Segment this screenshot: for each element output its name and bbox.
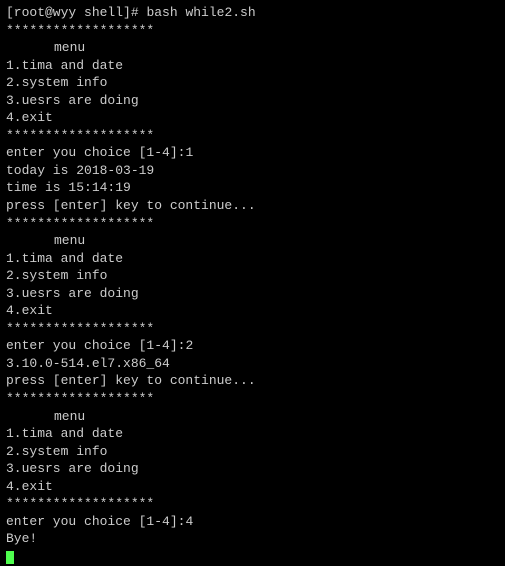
menu-item-1: 1.tima and date — [6, 57, 499, 75]
menu-item-2: 2.system info — [6, 443, 499, 461]
output-time: time is 15:14:19 — [6, 179, 499, 197]
choice-prompt: enter you choice [1-4]: — [6, 514, 185, 529]
menu-item-4: 4.exit — [6, 478, 499, 496]
menu-item-3: 3.uesrs are doing — [6, 460, 499, 478]
entered-command: bash while2.sh — [146, 5, 255, 20]
choice-prompt: enter you choice [1-4]: — [6, 145, 185, 160]
menu-item-2: 2.system info — [6, 267, 499, 285]
output-kernel: 3.10.0-514.el7.x86_64 — [6, 355, 499, 373]
output-bye: Bye! — [6, 530, 499, 548]
separator: ******************* — [6, 495, 499, 513]
choice-line-2[interactable]: enter you choice [1-4]:2 — [6, 337, 499, 355]
continue-prompt-1: press [enter] key to continue... — [6, 197, 499, 215]
separator: ******************* — [6, 127, 499, 145]
menu-title: menu — [6, 232, 499, 250]
choice-line-3[interactable]: enter you choice [1-4]:4 — [6, 513, 499, 531]
choice-prompt: enter you choice [1-4]: — [6, 338, 185, 353]
separator: ******************* — [6, 22, 499, 40]
menu-item-4: 4.exit — [6, 109, 499, 127]
choice-input-3: 4 — [185, 514, 193, 529]
menu-item-1: 1.tima and date — [6, 250, 499, 268]
menu-title: menu — [6, 39, 499, 57]
prompt-line: [root@wyy shell]# bash while2.sh — [6, 4, 499, 22]
shell-prompt: [root@wyy shell]# — [6, 5, 146, 20]
menu-title: menu — [6, 408, 499, 426]
cursor-line[interactable] — [6, 548, 499, 566]
menu-item-3: 3.uesrs are doing — [6, 92, 499, 110]
choice-line-1[interactable]: enter you choice [1-4]:1 — [6, 144, 499, 162]
cursor-icon — [6, 551, 14, 564]
menu-item-3: 3.uesrs are doing — [6, 285, 499, 303]
menu-item-4: 4.exit — [6, 302, 499, 320]
separator: ******************* — [6, 390, 499, 408]
continue-prompt-2: press [enter] key to continue... — [6, 372, 499, 390]
menu-item-1: 1.tima and date — [6, 425, 499, 443]
output-date: today is 2018-03-19 — [6, 162, 499, 180]
separator: ******************* — [6, 215, 499, 233]
choice-input-1: 1 — [185, 145, 193, 160]
menu-item-2: 2.system info — [6, 74, 499, 92]
separator: ******************* — [6, 320, 499, 338]
choice-input-2: 2 — [185, 338, 193, 353]
